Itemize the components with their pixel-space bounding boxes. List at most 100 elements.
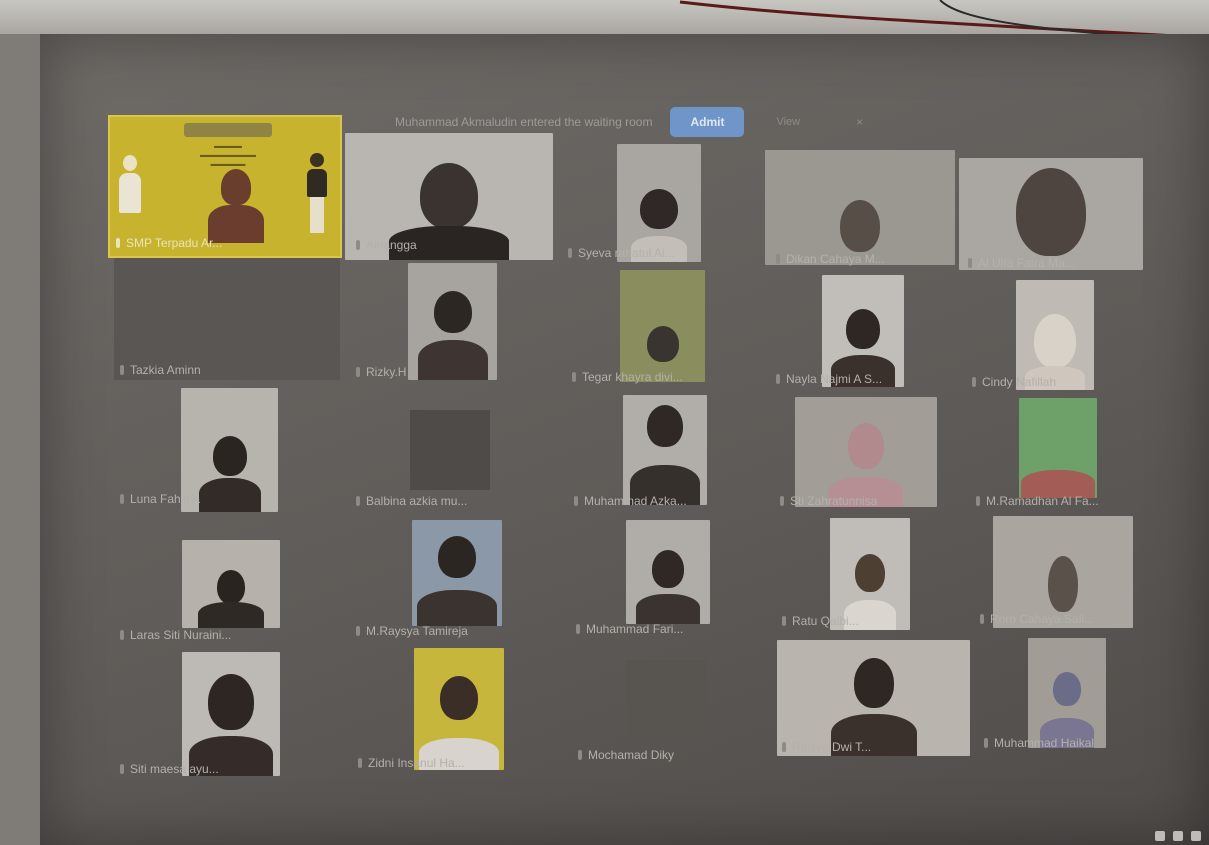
participant-name-text: Nayla Najmi A S...	[786, 372, 883, 386]
participant-name: Airlangga	[356, 238, 417, 252]
participant-name-text: Al Ulfa Fatra Ma...	[978, 256, 1075, 270]
mic-muted-icon	[568, 248, 572, 258]
participant-name: Laras Siti Nuraini...	[120, 628, 231, 642]
participant-video[interactable]	[795, 397, 937, 507]
participant-name: Mochamad Diky	[578, 748, 674, 762]
speaker-avatar	[206, 169, 266, 243]
participant-video[interactable]	[623, 395, 707, 505]
mic-muted-icon	[968, 258, 972, 268]
participant-name: Roro Cahaya Sali...	[980, 612, 1094, 626]
taskbar-tray	[1155, 831, 1201, 841]
participant-name-text: M.Ramadhan Al Fa...	[986, 494, 1099, 508]
tray-icon[interactable]	[1155, 831, 1165, 841]
participant-name-text: Cindy Nafillah	[982, 375, 1057, 389]
participant-name: Nayla Najmi A S...	[776, 372, 882, 386]
participant-video[interactable]	[1016, 280, 1094, 390]
participant-name-text: Mochamad Diky	[588, 748, 675, 762]
participant-video[interactable]	[620, 270, 705, 382]
participant-name-text: Dikan Cahaya M...	[786, 252, 885, 266]
tray-icon[interactable]	[1191, 831, 1201, 841]
participant-video[interactable]	[626, 520, 710, 624]
participant-name: M.Ramadhan Al Fa...	[976, 494, 1099, 508]
participant-name-text: M.Raysya Tamireja	[366, 624, 468, 638]
participant-name: Al Ulfa Fatra Ma...	[968, 256, 1075, 270]
participant-name-text: Raisya Dwi T...	[792, 740, 872, 754]
participant-video[interactable]	[959, 158, 1143, 270]
mic-muted-icon	[572, 372, 576, 382]
close-notification-icon[interactable]: ×	[856, 115, 863, 129]
participant-video[interactable]	[765, 150, 955, 265]
participant-name-text: Muhammad Fari...	[586, 622, 684, 636]
waiting-room-message: Muhammad Akmaludin entered the waiting r…	[395, 115, 653, 129]
mic-muted-icon	[356, 240, 360, 250]
mic-muted-icon	[120, 630, 124, 640]
participant-name-text: Tegar khayra divi...	[582, 370, 683, 384]
participant-name: Luna Fahima	[120, 492, 200, 506]
participant-video[interactable]	[182, 652, 280, 776]
mic-muted-icon	[578, 750, 582, 760]
mic-muted-icon	[120, 365, 124, 375]
participant-name-text: Muhammad Azka...	[584, 494, 687, 508]
mic-muted-icon	[356, 367, 360, 377]
featured-participant-tile[interactable]: ▬▬▬▬ ▬▬▬▬▬▬▬▬ ▬▬▬▬▬ SMP Terpadu Ar...	[108, 115, 342, 258]
participant-name: Cindy Nafillah	[972, 375, 1056, 389]
school-logo	[184, 123, 272, 137]
participant-video[interactable]	[1019, 398, 1097, 498]
participant-name-text: Airlangga	[366, 238, 417, 252]
participant-name: Syeva rahatul Ai...	[568, 246, 675, 260]
participant-name: Siti maesa ayu...	[120, 762, 219, 776]
cartoon-figure-left	[118, 155, 142, 225]
participant-video[interactable]	[777, 640, 970, 756]
participant-video[interactable]	[114, 258, 340, 380]
participant-name: Tazkia Aminn	[120, 363, 201, 377]
mic-muted-icon	[976, 496, 980, 506]
participant-name-text: Sti Zahratunnisa	[790, 494, 878, 508]
participant-video[interactable]	[410, 410, 490, 490]
poster-banner: ▬▬▬▬ ▬▬▬▬▬▬▬▬ ▬▬▬▬▬	[200, 143, 256, 168]
mic-muted-icon	[776, 374, 780, 384]
participant-name-text: Muhammad Haikal	[994, 736, 1095, 750]
mic-muted-icon	[782, 616, 786, 626]
participant-video[interactable]	[617, 144, 701, 262]
mic-muted-icon	[980, 614, 984, 624]
participant-name-text: Ratu Qalbi...	[792, 614, 859, 628]
mic-muted-icon	[782, 742, 786, 752]
participant-name: Muhammad Azka...	[574, 494, 687, 508]
mic-muted-icon	[574, 496, 578, 506]
tray-icon[interactable]	[1173, 831, 1183, 841]
mic-muted-icon	[984, 738, 988, 748]
admit-button[interactable]: Admit	[670, 107, 745, 137]
participant-name: M.Raysya Tamireja	[356, 624, 468, 638]
participant-name: Dikan Cahaya M...	[776, 252, 885, 266]
participant-video[interactable]	[412, 520, 502, 626]
cartoon-figure-right	[305, 153, 329, 243]
view-button[interactable]: View	[776, 116, 800, 128]
participant-video[interactable]	[182, 540, 280, 628]
participant-name: Zidni Insanul Ha...	[358, 756, 465, 770]
mic-muted-icon	[116, 238, 120, 248]
mic-muted-icon	[776, 254, 780, 264]
mic-muted-icon	[356, 496, 360, 506]
participant-name-text: Roro Cahaya Sali...	[990, 612, 1095, 626]
participant-video[interactable]	[1028, 638, 1106, 748]
mic-muted-icon	[576, 624, 580, 634]
participant-name-text: Siti maesa ayu...	[130, 762, 219, 776]
participant-video[interactable]	[414, 648, 504, 770]
participant-name: Tegar khayra divi...	[572, 370, 683, 384]
mic-muted-icon	[972, 377, 976, 387]
participant-name: Raisya Dwi T...	[782, 740, 871, 754]
mic-muted-icon	[356, 626, 360, 636]
participant-name-text: Zidni Insanul Ha...	[368, 756, 465, 770]
participant-video[interactable]	[626, 660, 706, 740]
participant-name-text: SMP Terpadu Ar...	[126, 236, 223, 250]
participant-name-text: Balbina azkia mu...	[366, 494, 468, 508]
participant-name-text: Syeva rahatul Ai...	[578, 246, 675, 260]
participant-video[interactable]	[822, 275, 904, 387]
participant-name-text: Tazkia Aminn	[130, 363, 201, 377]
participant-name: Ratu Qalbi...	[782, 614, 859, 628]
participant-video[interactable]	[408, 263, 497, 380]
participant-name-text: Luna Fahima	[130, 492, 201, 506]
participant-name: Rizky.H	[356, 365, 406, 379]
participant-name: Muhammad Haikal	[984, 736, 1094, 750]
mic-muted-icon	[120, 494, 124, 504]
